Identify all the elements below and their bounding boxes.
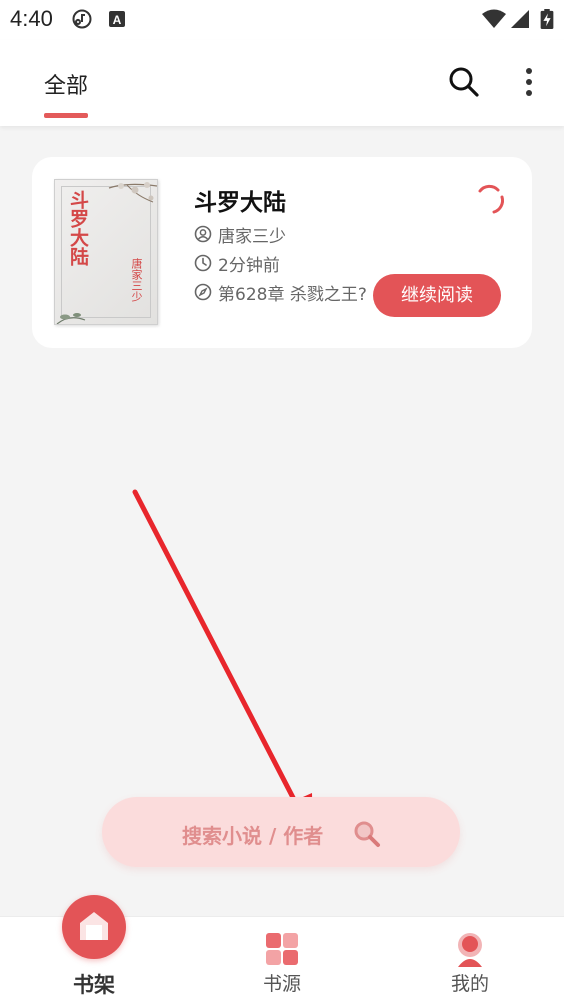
cellular-signal-icon	[511, 10, 529, 28]
nav-bookshelf-label: 书架	[73, 973, 115, 997]
book-card[interactable]: 斗罗大陆 唐家三少 斗罗大陆 唐家三少 2分钟前 第628章 杀戮之王? 继续阅…	[32, 157, 532, 348]
continue-reading-button[interactable]: 继续阅读	[373, 274, 501, 317]
book-author: 唐家三少	[218, 226, 286, 247]
clock-icon	[194, 254, 212, 272]
more-vertical-icon[interactable]	[516, 64, 542, 100]
bottom-navigation: 书架 书源 我的	[0, 895, 564, 1004]
book-title: 斗罗大陆	[194, 190, 286, 216]
tab-all[interactable]: 全部	[44, 68, 88, 100]
book-updated: 2分钟前	[218, 255, 280, 276]
status-bar: 4:40 A	[0, 0, 564, 40]
status-time: 4:40	[10, 6, 53, 31]
book-cover[interactable]: 斗罗大陆 唐家三少	[54, 179, 158, 325]
nav-source-label: 书源	[262, 973, 301, 995]
cover-leaves-decoration	[56, 313, 86, 324]
wifi-icon	[482, 9, 506, 28]
cover-author: 唐家三少	[130, 258, 143, 302]
nav-bookshelf[interactable]: 书架	[34, 895, 154, 1004]
a-box-icon: A	[109, 11, 125, 27]
compass-icon	[194, 283, 212, 301]
search-placeholder: 搜索小说 / 作者	[182, 824, 324, 848]
author-row: 唐家三少	[194, 223, 286, 247]
nav-source[interactable]: 书源	[222, 917, 342, 1004]
cover-title: 斗罗大陆	[67, 190, 89, 266]
book-chapter: 第628章 杀戮之王?	[218, 284, 367, 304]
person-icon	[458, 933, 482, 967]
svg-text:A: A	[113, 13, 122, 27]
loading-spinner-icon	[478, 184, 504, 214]
magnifier-icon[interactable]	[352, 819, 382, 849]
user-circle-icon	[194, 225, 212, 243]
nav-mine-label: 我的	[450, 973, 489, 995]
tab-indicator	[44, 113, 88, 118]
nav-mine[interactable]: 我的	[410, 917, 530, 1004]
search-bar[interactable]: 搜索小说 / 作者	[102, 797, 460, 867]
search-icon[interactable]	[446, 64, 482, 100]
top-app-bar: 全部	[0, 40, 564, 126]
battery-charging-icon	[540, 9, 554, 29]
cover-blossom-decoration	[108, 182, 157, 203]
chapter-row: 第628章 杀戮之王?	[194, 281, 394, 303]
music-note-icon	[72, 9, 92, 29]
bookshelf-home-icon	[62, 895, 126, 959]
update-time-row: 2分钟前	[194, 252, 280, 276]
grid-blocks-icon	[266, 933, 298, 965]
